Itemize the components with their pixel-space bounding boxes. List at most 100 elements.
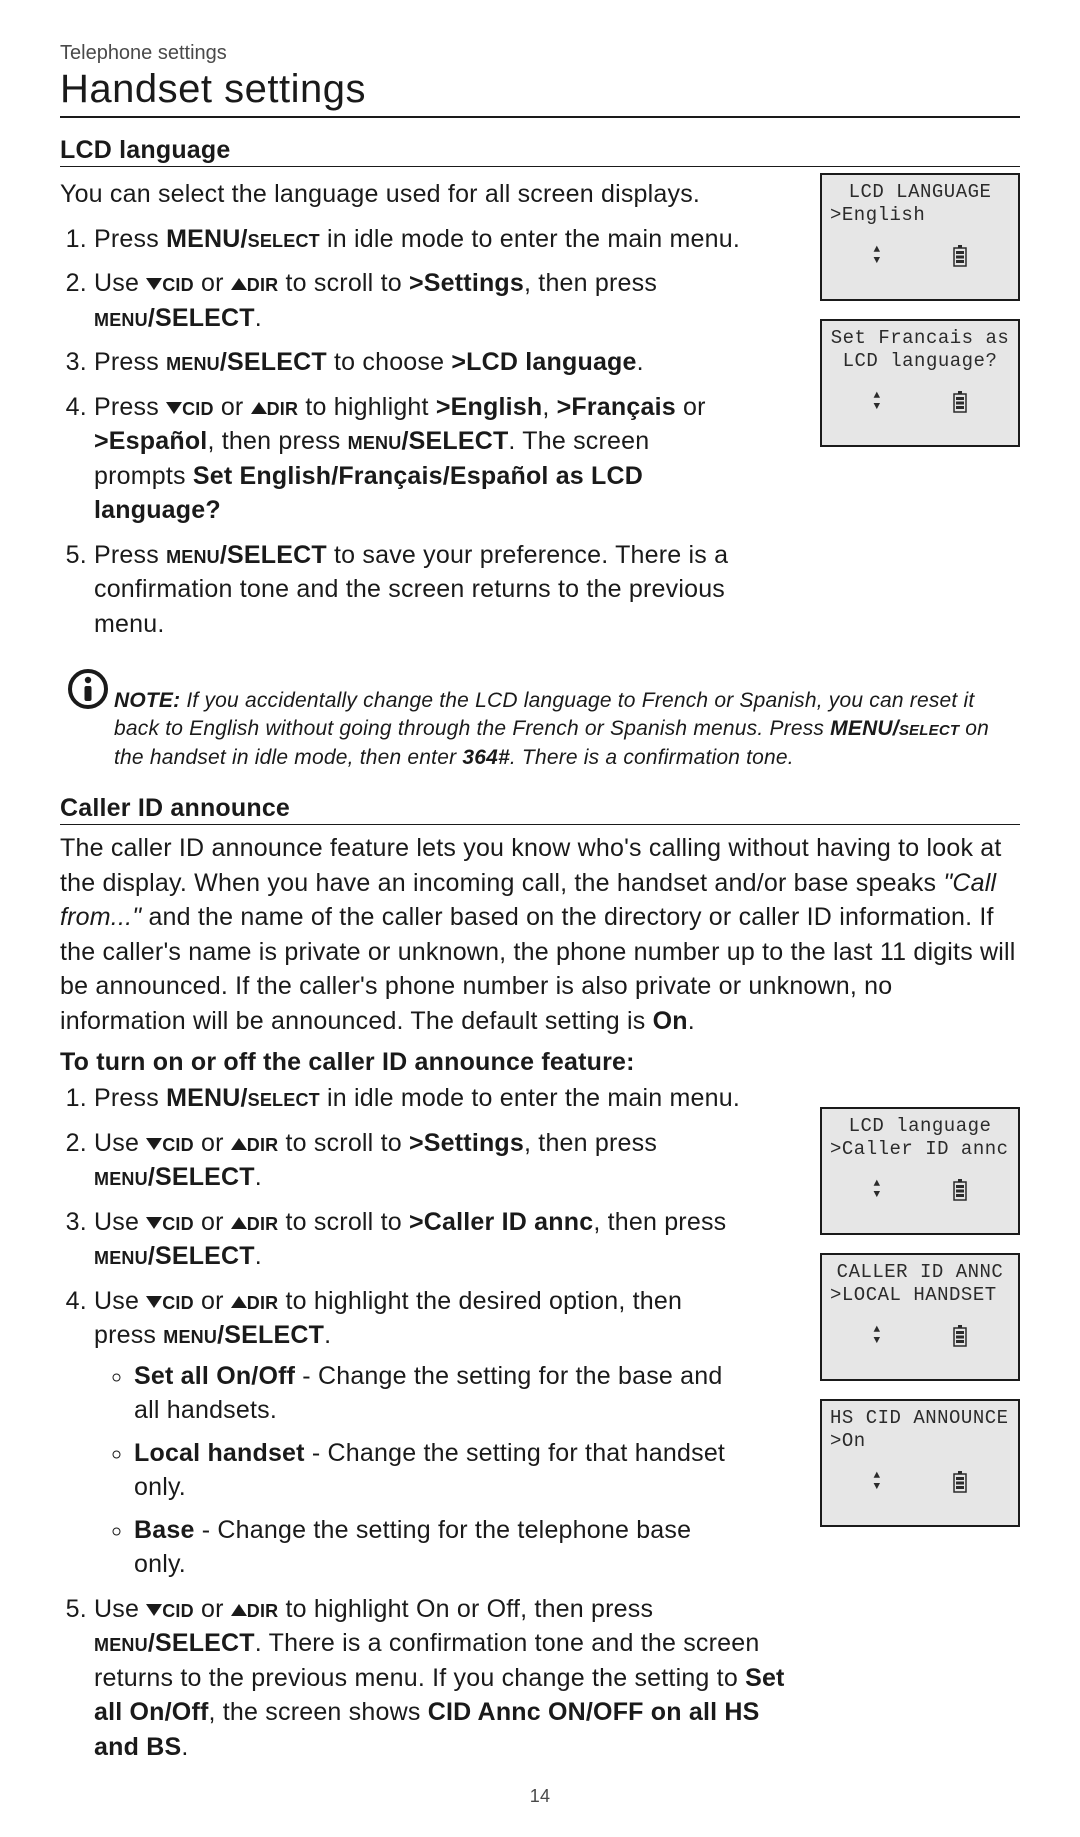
text: . [637, 348, 644, 376]
text: Use [94, 1287, 146, 1315]
battery-icon [953, 1179, 967, 1201]
lcd-line-2: >English [830, 204, 1010, 227]
text: . [255, 1163, 262, 1191]
caller-id-subhead: To turn on or off the caller ID announce… [60, 1048, 1020, 1077]
text: , [542, 393, 556, 421]
up-triangle-icon [251, 402, 267, 414]
default-value: On [653, 1007, 688, 1035]
lcd-line-2: >Caller ID annc [830, 1138, 1010, 1161]
step: Press menu/SELECT to choose >LCD languag… [94, 345, 802, 380]
info-icon [68, 669, 108, 709]
key-select: /SELECT [148, 1629, 255, 1657]
text: . [255, 304, 262, 332]
bullet-label: Local handset [134, 1439, 305, 1467]
text: to choose [327, 348, 452, 376]
menu-target: >Settings [409, 269, 524, 297]
text: to scroll to [278, 1208, 409, 1236]
text: Press [94, 393, 166, 421]
key-dir: dir [247, 269, 279, 297]
text: . [181, 1733, 188, 1761]
option: >English [436, 393, 542, 421]
up-down-arrows-icon: ▲▼ [873, 1179, 880, 1201]
down-triangle-icon [146, 278, 162, 290]
battery-icon [953, 391, 967, 413]
text: in idle mode to enter the main menu. [320, 225, 740, 253]
up-down-arrows-icon: ▲▼ [873, 245, 880, 267]
text: Use [94, 1129, 146, 1157]
up-triangle-icon [231, 1296, 247, 1308]
text: Press [94, 1084, 166, 1112]
up-triangle-icon [231, 278, 247, 290]
key-cid: cid [162, 1287, 194, 1315]
text: . [255, 1242, 262, 1270]
up-triangle-icon [231, 1217, 247, 1229]
menu-target: >Caller ID annc [409, 1208, 593, 1236]
text: , then press [207, 427, 347, 455]
lcd-language-screens: LCD LANGUAGE >English ▲▼ Set Francais as… [820, 171, 1020, 447]
option: >Español [94, 427, 207, 455]
down-triangle-icon [166, 402, 182, 414]
up-down-arrows-icon: ▲▼ [873, 391, 880, 413]
page: Telephone settings Handset settings LCD … [0, 0, 1080, 1837]
text: or [194, 1129, 231, 1157]
lcd-line-2: >LOCAL HANDSET [830, 1284, 1010, 1307]
breadcrumb: Telephone settings [60, 42, 1020, 65]
bullet: Set all On/Off - Change the setting for … [134, 1359, 734, 1428]
text: , then press [593, 1208, 726, 1236]
key-menu: menu [348, 427, 402, 455]
text: Use [94, 269, 146, 297]
lcd-line-2: >On [830, 1430, 1010, 1453]
text: , the screen shows [209, 1698, 428, 1726]
battery-icon [953, 1325, 967, 1347]
menu-target: >Settings [409, 1129, 524, 1157]
text: Use [94, 1208, 146, 1236]
up-triangle-icon [231, 1604, 247, 1616]
text: Press [94, 541, 166, 569]
key-cid: cid [162, 1208, 194, 1236]
text: to highlight [298, 393, 436, 421]
lcd-line-1: LCD language [830, 1115, 1010, 1138]
bullet: Base - Change the setting for the teleph… [134, 1513, 734, 1582]
key-menu: menu [94, 1242, 148, 1270]
text: or [194, 1595, 231, 1623]
down-triangle-icon [146, 1604, 162, 1616]
text: Press [94, 348, 166, 376]
key-menu: menu [94, 304, 148, 332]
battery-icon [953, 245, 967, 267]
key-cid: cid [162, 269, 194, 297]
text: to scroll to [278, 1129, 409, 1157]
bullet-label: Base [134, 1516, 195, 1544]
key-dir: dir [247, 1208, 279, 1236]
text: , then press [524, 269, 657, 297]
note-block: NOTE: If you accidentally change the LCD… [60, 669, 1020, 772]
caller-id-steps: Press MENU/select in idle mode to enter … [60, 1081, 802, 1764]
key-dir: dir [247, 1129, 279, 1157]
key-cid: cid [162, 1595, 194, 1623]
key-select: /SELECT [148, 1163, 255, 1191]
down-triangle-icon [146, 1217, 162, 1229]
key-cid: cid [182, 393, 214, 421]
key-dir: dir [247, 1595, 279, 1623]
bullet-label: Set all On/Off [134, 1362, 295, 1390]
step: Use cid or dir to scroll to >Settings, t… [94, 1126, 734, 1195]
key-menu: menu [163, 1321, 217, 1349]
step: Press MENU/select in idle mode to enter … [94, 1081, 802, 1116]
lcd-screen: HS CID ANNOUNCE >On ▲▼ [820, 1399, 1020, 1527]
key-menu: menu [94, 1163, 148, 1191]
up-down-arrows-icon: ▲▼ [873, 1325, 880, 1347]
lcd-screen: LCD LANGUAGE >English ▲▼ [820, 173, 1020, 301]
lcd-line-2: LCD language? [830, 350, 1010, 373]
caller-id-bullets: Set all On/Off - Change the setting for … [94, 1359, 734, 1582]
key-menu: menu [166, 541, 220, 569]
key-menu-select: MENU/select [166, 1084, 320, 1112]
lcd-screen: Set Francais as LCD language? ▲▼ [820, 319, 1020, 447]
caller-id-intro: The caller ID announce feature lets you … [60, 831, 1020, 1038]
menu-target: >LCD language [451, 348, 636, 376]
step: Press cid or dir to highlight >English, … [94, 390, 734, 528]
key-cid: cid [162, 1129, 194, 1157]
lcd-line-1: Set Francais as [830, 327, 1010, 350]
text: , then press [524, 1129, 657, 1157]
caller-id-screens: LCD language >Caller ID annc ▲▼ CALLER I… [820, 1077, 1020, 1527]
key-select: /SELECT [220, 541, 327, 569]
lcd-screen: CALLER ID ANNC >LOCAL HANDSET ▲▼ [820, 1253, 1020, 1381]
